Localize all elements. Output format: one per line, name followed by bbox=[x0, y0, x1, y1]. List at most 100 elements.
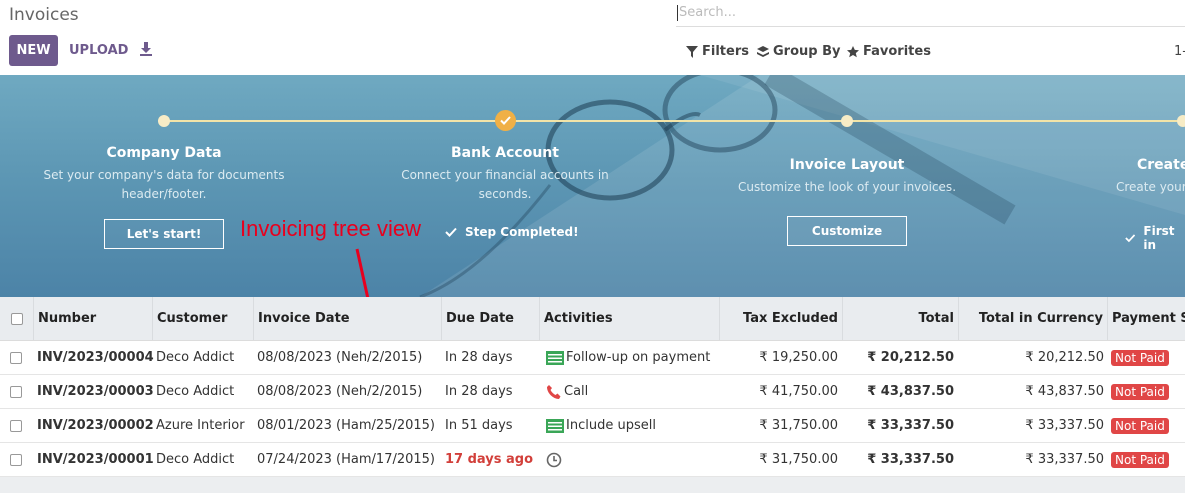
activity-label: Include upsell bbox=[566, 418, 656, 433]
table-row[interactable]: INV/2023/00002 Azure Interior 08/01/2023… bbox=[0, 409, 1185, 443]
step-dot-layout bbox=[841, 115, 853, 127]
customer-name: Azure Interior bbox=[156, 418, 245, 433]
onboarding-banner: Company Data Set your company's data for… bbox=[0, 75, 1185, 297]
control-panel: Invoices NEW UPLOAD Search... Filters Gr… bbox=[0, 0, 1185, 75]
search-underline bbox=[676, 26, 1185, 27]
progress-track bbox=[164, 120, 1185, 122]
step-completed-label: Step Completed! bbox=[445, 225, 579, 239]
phone-list-icon bbox=[546, 350, 564, 365]
filters-button[interactable]: Filters bbox=[686, 44, 749, 59]
table-row[interactable]: INV/2023/00004 Deco Addict 08/08/2023 (N… bbox=[0, 341, 1185, 375]
customer-name: Deco Addict bbox=[156, 384, 235, 399]
step-company-data: Company Data Set your company's data for… bbox=[34, 145, 294, 204]
column-invoice-date[interactable]: Invoice Date bbox=[253, 297, 441, 340]
search-input[interactable]: Search... bbox=[679, 5, 736, 20]
row-checkbox[interactable] bbox=[10, 351, 22, 364]
row-select-cell[interactable] bbox=[10, 409, 22, 442]
search-caret bbox=[677, 5, 678, 21]
row-select-cell[interactable] bbox=[10, 341, 22, 374]
activity-cell[interactable] bbox=[546, 443, 562, 476]
total: ₹ 20,212.50 bbox=[867, 350, 954, 365]
column-due-date[interactable]: Due Date bbox=[441, 297, 539, 340]
select-all-checkbox[interactable] bbox=[10, 312, 23, 325]
invoice-date: 08/01/2023 (Ham/25/2015) bbox=[257, 418, 435, 433]
step-invoice-layout: Invoice Layout Customize the look of you… bbox=[717, 157, 977, 197]
column-tax-excluded[interactable]: Tax Excluded bbox=[719, 297, 842, 340]
list-icon bbox=[546, 418, 564, 433]
clock-icon[interactable] bbox=[546, 452, 562, 468]
step-description: Set your company's data for documents he… bbox=[43, 168, 285, 201]
download-icon[interactable] bbox=[139, 41, 153, 57]
step-description: Customize the look of your invoices. bbox=[737, 180, 957, 194]
due-date: In 51 days bbox=[445, 418, 513, 433]
star-icon bbox=[847, 45, 859, 57]
payment-status: Not Paid bbox=[1111, 409, 1169, 442]
row-select-cell[interactable] bbox=[10, 375, 22, 408]
column-total[interactable]: Total bbox=[842, 297, 958, 340]
status-badge: Not Paid bbox=[1111, 349, 1169, 366]
layers-icon bbox=[757, 45, 769, 57]
total-in-currency: ₹ 43,837.50 bbox=[1025, 384, 1104, 399]
due-date: In 28 days bbox=[445, 384, 513, 399]
group-by-label: Group By bbox=[773, 44, 841, 59]
invoice-number: INV/2023/00003 bbox=[37, 384, 154, 399]
new-button[interactable]: NEW bbox=[9, 35, 58, 66]
invoice-number: INV/2023/00001 bbox=[37, 452, 154, 467]
due-date-overdue: 17 days ago bbox=[445, 452, 534, 467]
column-number[interactable]: Number bbox=[33, 297, 152, 340]
list-footer bbox=[0, 477, 1185, 493]
row-select-cell[interactable] bbox=[10, 443, 22, 476]
step-dot-create bbox=[1177, 115, 1185, 127]
upload-button[interactable]: UPLOAD bbox=[69, 43, 128, 58]
payment-status: Not Paid bbox=[1111, 375, 1169, 408]
first-invoice-link[interactable]: First in bbox=[1125, 224, 1185, 252]
table-header-row: Number Customer Invoice Date Due Date Ac… bbox=[0, 297, 1185, 341]
tax-excluded: ₹ 19,250.00 bbox=[759, 350, 838, 365]
payment-status: Not Paid bbox=[1111, 341, 1169, 374]
activity-cell[interactable]: Call bbox=[546, 375, 588, 408]
invoice-number: INV/2023/00002 bbox=[37, 418, 154, 433]
tax-excluded: ₹ 31,750.00 bbox=[759, 452, 838, 467]
column-customer[interactable]: Customer bbox=[152, 297, 253, 340]
column-total-in-currency[interactable]: Total in Currency bbox=[958, 297, 1107, 340]
select-all-cell[interactable] bbox=[0, 297, 33, 340]
activity-label: Follow-up on payment bbox=[566, 350, 711, 365]
total: ₹ 33,337.50 bbox=[867, 418, 954, 433]
step-create: Create Create your bbox=[1116, 157, 1185, 197]
group-by-button[interactable]: Group By bbox=[757, 44, 840, 59]
status-badge: Not Paid bbox=[1111, 417, 1169, 434]
step-title: Company Data bbox=[106, 145, 222, 161]
invoice-number: INV/2023/00004 bbox=[37, 350, 154, 365]
activity-label: Call bbox=[564, 384, 589, 399]
step-dot-company bbox=[158, 115, 170, 127]
lets-start-button[interactable]: Let's start! bbox=[104, 219, 224, 249]
check-icon bbox=[1125, 234, 1136, 243]
step-description: Connect your financial accounts in secon… bbox=[401, 168, 609, 201]
step-title: Invoice Layout bbox=[789, 157, 905, 173]
annotation-label: Invoicing tree view bbox=[240, 216, 421, 241]
filter-icon bbox=[686, 45, 698, 58]
tax-excluded: ₹ 41,750.00 bbox=[759, 384, 838, 399]
customize-button[interactable]: Customize bbox=[787, 216, 907, 246]
check-icon bbox=[445, 227, 457, 237]
row-checkbox[interactable] bbox=[10, 385, 22, 398]
page-title: Invoices bbox=[9, 5, 79, 25]
column-payment-status[interactable]: Payment Sta bbox=[1107, 297, 1185, 340]
table-row[interactable]: INV/2023/00001 Deco Addict 07/24/2023 (H… bbox=[0, 443, 1185, 477]
status-badge: Not Paid bbox=[1111, 451, 1169, 468]
activity-cell[interactable]: Follow-up on payment bbox=[546, 341, 710, 374]
activity-cell[interactable]: Include upsell bbox=[546, 409, 656, 442]
step-bank-account: Bank Account Connect your financial acco… bbox=[375, 145, 635, 204]
column-activities[interactable]: Activities bbox=[539, 297, 719, 340]
total-in-currency: ₹ 33,337.50 bbox=[1025, 418, 1104, 433]
favorites-button[interactable]: Favorites bbox=[847, 44, 931, 59]
row-checkbox[interactable] bbox=[10, 419, 22, 432]
step-dot-bank-done bbox=[495, 110, 516, 131]
invoice-date: 08/08/2023 (Neh/2/2015) bbox=[257, 384, 423, 399]
table-row[interactable]: INV/2023/00003 Deco Addict 08/08/2023 (N… bbox=[0, 375, 1185, 409]
tax-excluded: ₹ 31,750.00 bbox=[759, 418, 838, 433]
pager-value[interactable]: 1- bbox=[1174, 44, 1185, 59]
check-icon bbox=[500, 116, 511, 125]
filters-label: Filters bbox=[702, 44, 749, 59]
row-checkbox[interactable] bbox=[10, 453, 22, 466]
